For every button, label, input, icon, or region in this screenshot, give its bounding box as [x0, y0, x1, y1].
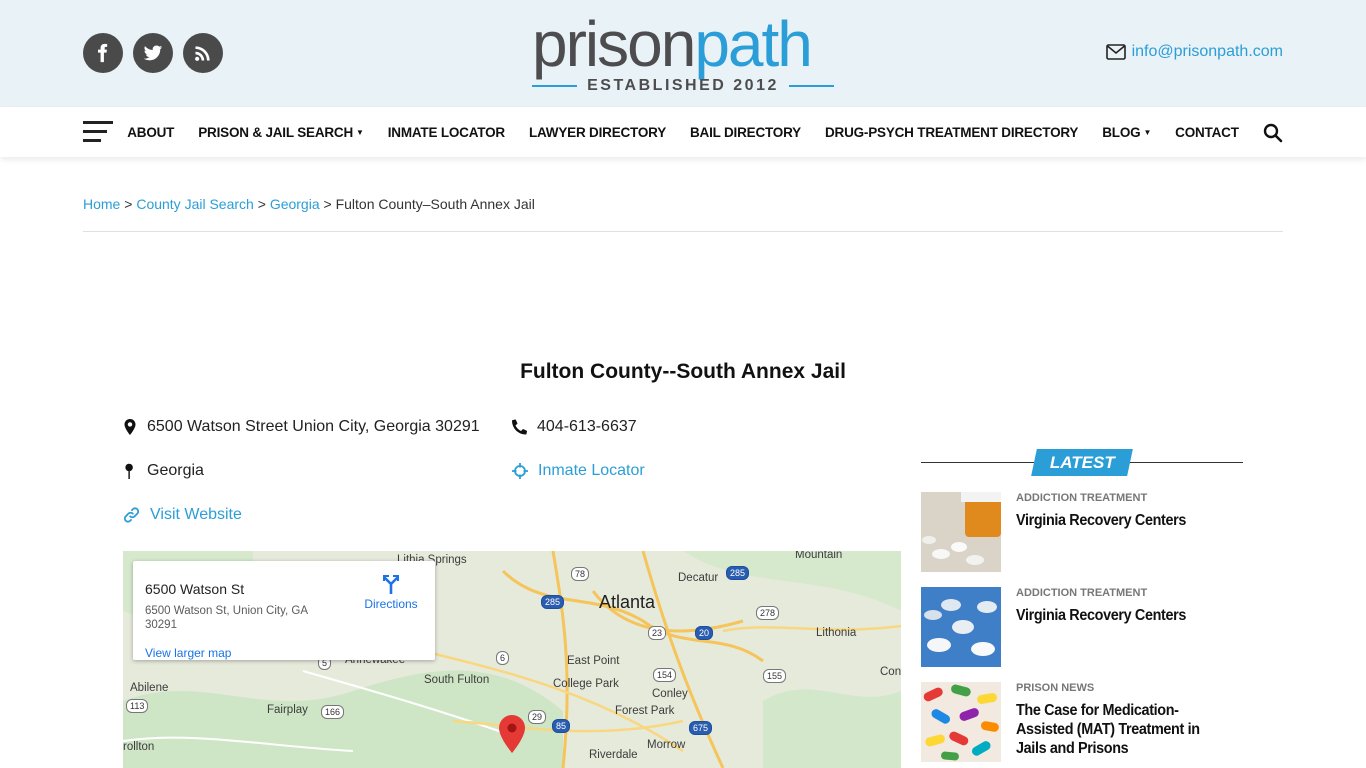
breadcrumb-county[interactable]: County Jail Search	[136, 196, 254, 212]
post-category[interactable]: ADDICTION TREATMENT	[1016, 587, 1147, 599]
directions-icon	[383, 575, 399, 594]
map-label-south-fulton: South Fulton	[424, 674, 490, 686]
address-text: 6500 Watson Street Union City, Georgia 3…	[147, 418, 480, 435]
route-shield: 154	[653, 668, 677, 682]
nav-bail-directory[interactable]: BAIL DIRECTORY	[678, 125, 813, 140]
post-thumbnail[interactable]	[921, 587, 1001, 667]
map-label-fairplay: Fairplay	[267, 704, 308, 716]
nav-drug-psych-treatment[interactable]: DRUG-PSYCH TREATMENT DIRECTORY	[813, 125, 1090, 140]
logo-text-path: path	[694, 8, 813, 80]
post-thumbnail[interactable]	[921, 492, 1001, 572]
rss-icon[interactable]	[183, 33, 223, 73]
map-pin-icon[interactable]	[499, 715, 525, 753]
phone-icon	[512, 419, 527, 435]
link-icon	[123, 507, 140, 523]
breadcrumb: Home > County Jail Search > Georgia > Fu…	[83, 196, 535, 212]
map-label-morrow: Morrow	[647, 739, 686, 751]
directions-button[interactable]: Directions	[361, 573, 421, 611]
website-link[interactable]: Visit Website	[123, 506, 242, 524]
breadcrumb-state[interactable]: Georgia	[270, 196, 320, 212]
embedded-map[interactable]: Atlanta Decatur Mountain Lithia Springs …	[123, 551, 901, 768]
map-label-east-point: East Point	[567, 655, 620, 667]
latest-heading: LATEST	[1031, 449, 1133, 476]
twitter-icon[interactable]	[133, 33, 173, 73]
nav-blog[interactable]: BLOG ▼	[1090, 125, 1163, 140]
route-shield: 285	[541, 595, 565, 609]
caret-down-icon: ▼	[356, 127, 364, 137]
email-link[interactable]: info@prisonpath.com	[1105, 43, 1283, 61]
post-title[interactable]: Virginia Recovery Centers	[1016, 606, 1232, 625]
post-category[interactable]: PRISON NEWS	[1016, 682, 1094, 694]
sidebar-post[interactable]: ADDICTION TREATMENT Virginia Recovery Ce…	[921, 587, 1251, 667]
map-label-abilene: Abilene	[130, 682, 169, 694]
logo-established: ESTABLISHED 2012	[587, 77, 779, 94]
nav-about[interactable]: ABOUT	[115, 125, 186, 140]
map-label-con: Con	[880, 666, 901, 678]
nav-lawyer-directory[interactable]: LAWYER DIRECTORY	[517, 125, 678, 140]
route-shield: 85	[552, 719, 571, 733]
route-shield: 278	[756, 606, 780, 620]
map-label-forest-park: Forest Park	[615, 705, 675, 717]
facebook-icon[interactable]	[83, 33, 123, 73]
breadcrumb-home[interactable]: Home	[83, 196, 120, 212]
map-label-rollton: rollton	[123, 741, 155, 753]
nav-inmate-locator[interactable]: INMATE LOCATOR	[376, 125, 517, 140]
post-title[interactable]: Virginia Recovery Centers	[1016, 511, 1232, 530]
site-logo[interactable]: prisonpath ESTABLISHED 2012	[532, 12, 834, 96]
map-info-card: 6500 Watson St 6500 Watson St, Union Cit…	[133, 561, 435, 660]
map-marker-icon	[124, 419, 136, 435]
map-label-lithonia: Lithonia	[816, 627, 857, 639]
sidebar-post[interactable]: ADDICTION TREATMENT Virginia Recovery Ce…	[921, 492, 1251, 572]
map-label-college-park: College Park	[553, 678, 619, 690]
post-thumbnail[interactable]	[921, 682, 1001, 762]
phone-row: 404-613-6637	[512, 418, 637, 436]
caret-down-icon: ▼	[1143, 127, 1152, 137]
inmate-locator-link[interactable]: Inmate Locator	[512, 462, 645, 480]
search-icon[interactable]	[1263, 123, 1283, 143]
nav-prison-jail-search[interactable]: PRISON & JAIL SEARCH ▼	[186, 125, 376, 140]
route-shield: 166	[321, 705, 345, 719]
top-header: prisonpath ESTABLISHED 2012 info@prisonp…	[0, 0, 1366, 107]
map-card-title: 6500 Watson St	[145, 581, 245, 597]
map-label-mountain: Mountain	[795, 551, 843, 561]
nav-contact[interactable]: CONTACT	[1163, 125, 1251, 140]
inmate-locator-text: Inmate Locator	[538, 462, 645, 479]
map-card-address: 6500 Watson St, Union City, GA 30291	[145, 605, 308, 631]
website-text: Visit Website	[150, 506, 242, 523]
route-shield: 23	[648, 626, 667, 640]
map-label-conley: Conley	[652, 688, 688, 700]
phone-text[interactable]: 404-613-6637	[537, 418, 637, 436]
address-row: 6500 Watson Street Union City, Georgia 3…	[123, 418, 480, 436]
sidebar-post[interactable]: PRISON NEWS The Case for Medication-Assi…	[921, 682, 1251, 762]
route-shield: 78	[571, 567, 590, 581]
page-title: Fulton County--South Annex Jail	[520, 360, 846, 383]
route-shield: 113	[126, 699, 149, 713]
post-category[interactable]: ADDICTION TREATMENT	[1016, 492, 1147, 504]
route-shield: 29	[528, 710, 547, 724]
breadcrumb-current: Fulton County–South Annex Jail	[335, 196, 535, 212]
logo-text-prison: prison	[532, 8, 696, 80]
view-larger-map-link[interactable]: View larger map	[145, 646, 231, 660]
route-shield: 6	[496, 651, 510, 665]
main-nav: ABOUT PRISON & JAIL SEARCH ▼ INMATE LOCAT…	[0, 107, 1366, 157]
divider	[83, 231, 1283, 232]
post-title[interactable]: The Case for Medication-Assisted (MAT) T…	[1016, 701, 1232, 758]
state-row: Georgia	[123, 462, 204, 480]
crosshair-icon	[512, 463, 528, 479]
email-text: info@prisonpath.com	[1131, 43, 1283, 60]
route-shield: 20	[695, 626, 714, 640]
route-shield: 155	[763, 669, 787, 683]
route-shield: 285	[726, 566, 750, 580]
envelope-icon	[1105, 44, 1126, 60]
route-shield: 675	[689, 721, 713, 735]
map-label-atlanta: Atlanta	[599, 592, 656, 612]
map-label-riverdale: Riverdale	[589, 749, 638, 761]
state-text: Georgia	[147, 462, 204, 479]
pin-icon	[125, 463, 133, 479]
map-label-decatur: Decatur	[678, 572, 719, 584]
